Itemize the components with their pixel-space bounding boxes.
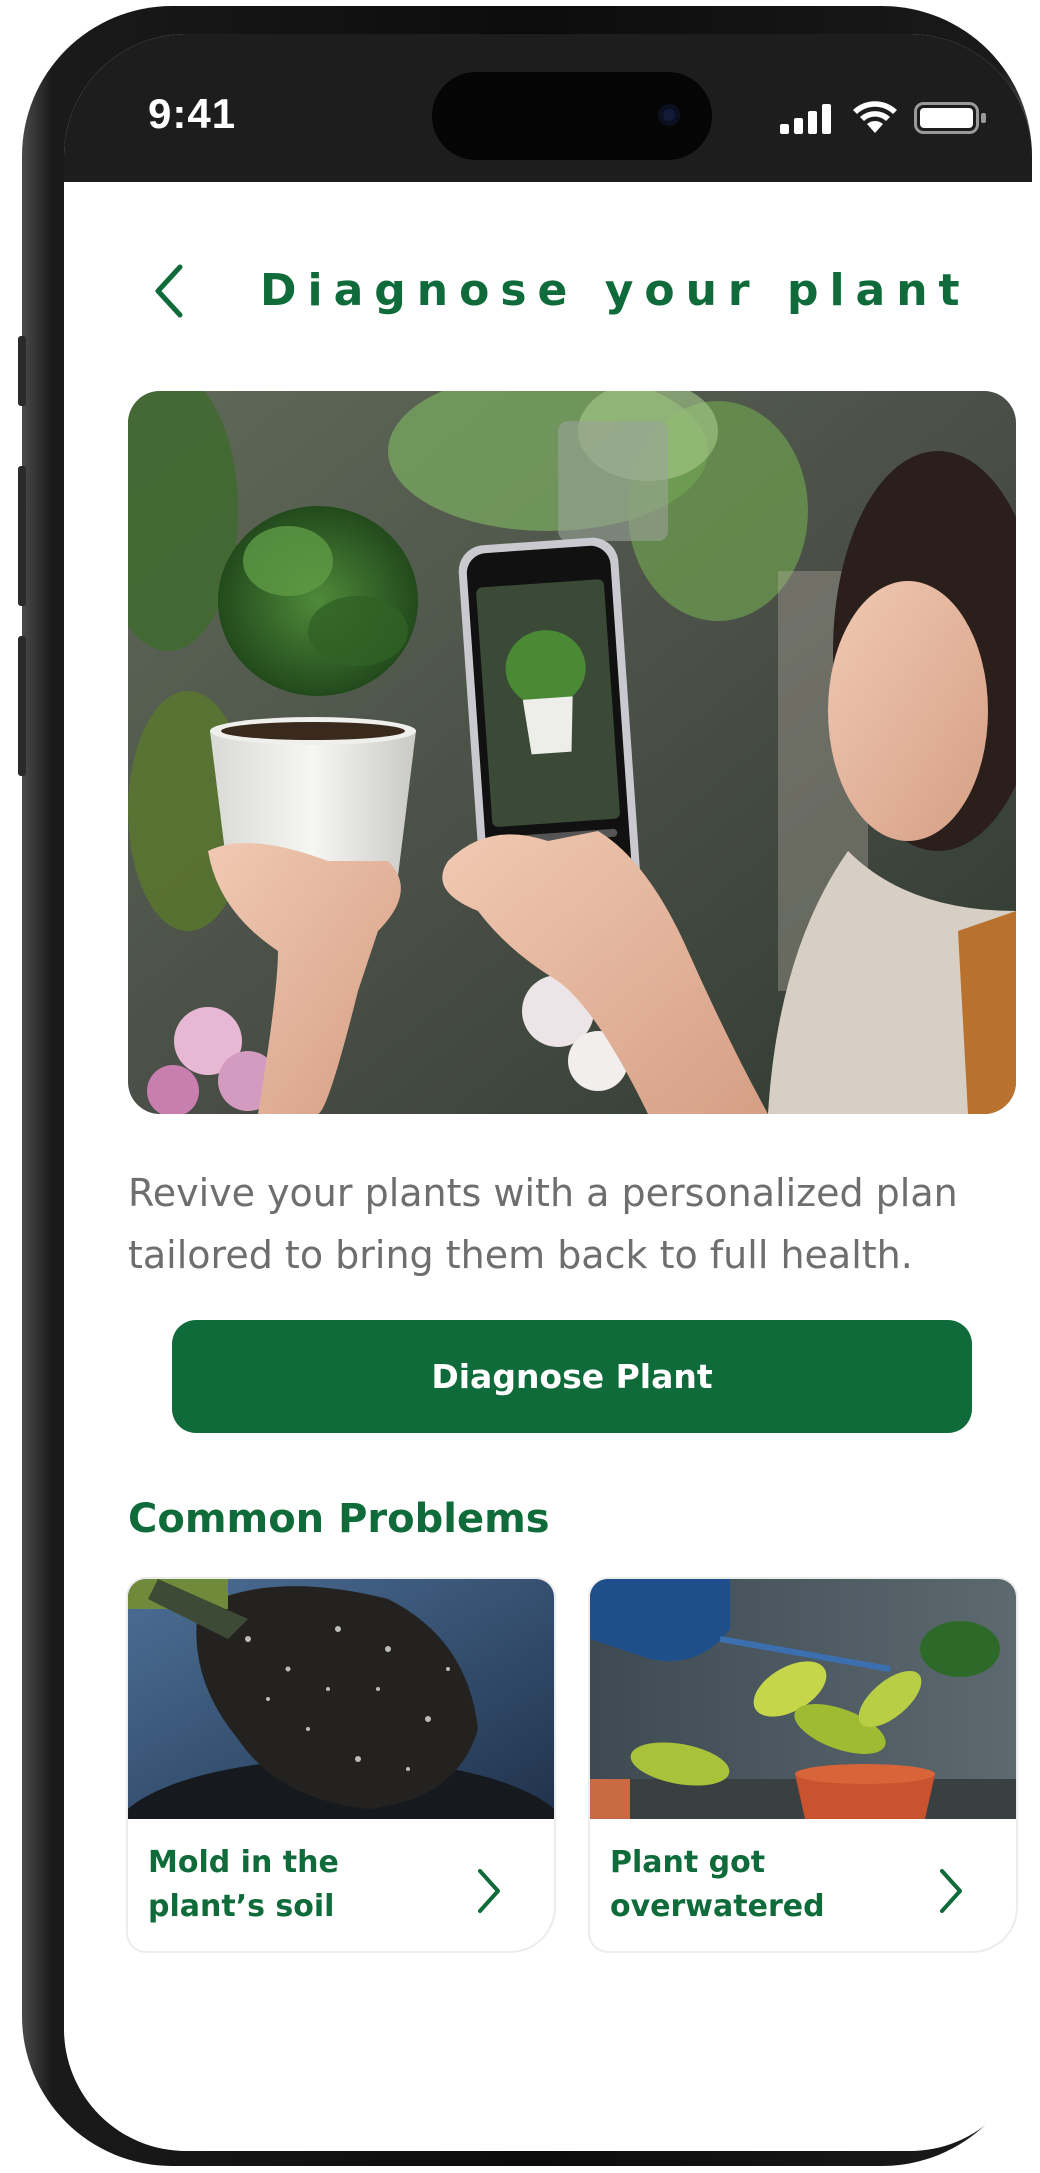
problem-card-label: Mold in the plant’s soil [148,1841,448,1929]
diagnose-plant-button[interactable]: Diagnose Plant [172,1320,972,1433]
wifi-icon [853,101,897,133]
problem-card-label-line1: Mold in the [148,1845,339,1880]
volume-up-button [18,466,26,606]
status-bar: 9:41 [64,34,1032,182]
problem-card-label-line2: plant’s soil [148,1889,335,1924]
overwatered-plant-thumbnail [590,1579,1016,1819]
app-screen: 9:41 Diagnose your plant Revive your pla… [64,34,1032,2151]
page-title: Diagnose your plant [260,265,971,316]
status-time: 9:41 [148,90,237,137]
problem-card-label-line2: overwatered [610,1889,825,1924]
problem-card-label: Plant got overwatered [610,1841,910,1929]
dynamic-island [432,72,712,160]
mute-switch [18,336,26,406]
mold-soil-thumbnail [128,1579,554,1819]
header: Diagnose your plant [64,259,1032,349]
description-text: Revive your plants with a personalized p… [128,1171,958,1277]
phone-frame: 9:41 Diagnose your plant Revive your pla… [18,6,1032,2166]
battery-icon [914,102,986,134]
section-title-common-problems: Common Problems [128,1496,550,1542]
hero-photo [128,391,1016,1114]
status-icons [780,98,990,134]
chevron-right-icon [478,1869,500,1913]
problem-card-mold[interactable]: Mold in the plant’s soil [128,1579,554,1951]
cellular-signal-icon [780,104,831,134]
problem-card-label-line1: Plant got [610,1845,766,1880]
chevron-left-icon[interactable] [144,259,194,323]
front-camera-icon [658,104,680,126]
hero-image [128,391,1016,1114]
chevron-right-icon [940,1869,962,1913]
volume-down-button [18,636,26,776]
problem-card-overwatered[interactable]: Plant got overwatered [590,1579,1016,1951]
